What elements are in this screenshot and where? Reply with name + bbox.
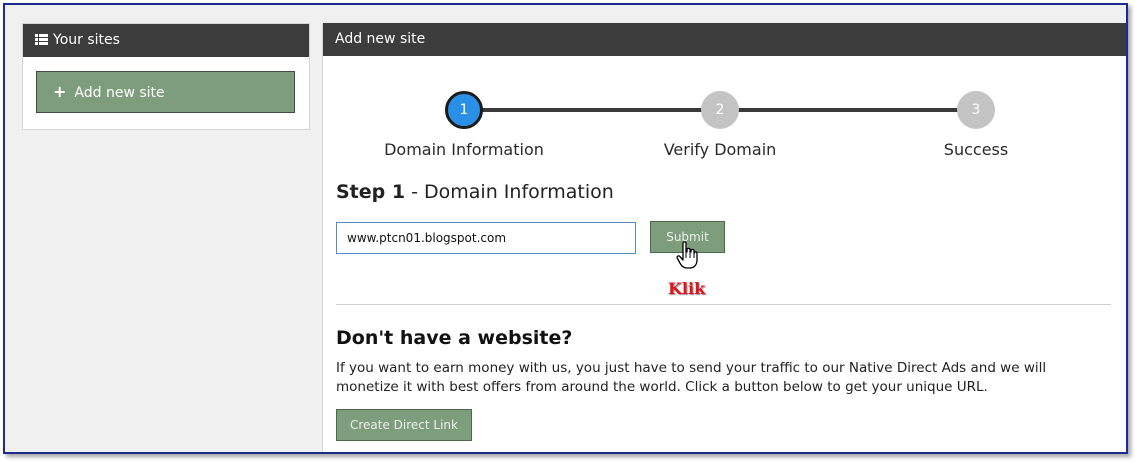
main-panel: Add new site 1 2 3 Domain Information Ve… <box>322 23 1126 452</box>
step-3-circle: 3 <box>957 91 995 129</box>
step-3-label: Success <box>943 140 1009 159</box>
plus-icon: + <box>53 82 67 101</box>
no-website-title: Don't have a website? <box>336 327 573 349</box>
sidebar-panel: Your sites + Add new site <box>22 23 310 130</box>
step-heading-text: - Domain Information <box>405 181 614 203</box>
step-1-circle: 1 <box>445 91 483 129</box>
list-icon <box>35 34 48 45</box>
step-heading: Step 1 - Domain Information <box>336 181 614 203</box>
klik-annotation: Klik <box>668 279 706 298</box>
add-new-site-button[interactable]: + Add new site <box>36 71 295 113</box>
sidebar-title: Your sites <box>53 32 120 48</box>
no-website-description: If you want to earn money with us, you j… <box>336 360 1047 395</box>
main-title: Add new site <box>335 31 426 47</box>
step-1-label: Domain Information <box>384 140 544 159</box>
progress-stepper: 1 2 3 Domain Information Verify Domain S… <box>323 68 1126 159</box>
section-divider <box>336 304 1111 305</box>
main-header: Add new site <box>323 23 1126 56</box>
step-heading-number: Step 1 <box>336 181 406 203</box>
step-2-label: Verify Domain <box>663 140 777 159</box>
create-direct-link-button[interactable]: Create Direct Link <box>336 409 472 441</box>
add-new-site-label: Add new site <box>74 85 165 101</box>
screenshot-frame: Your sites + Add new site Add new site 1 … <box>3 3 1128 454</box>
domain-input[interactable] <box>336 222 636 254</box>
step-2-circle: 2 <box>701 91 739 129</box>
sidebar-header: Your sites <box>23 24 309 57</box>
hand-cursor-icon <box>676 241 698 269</box>
